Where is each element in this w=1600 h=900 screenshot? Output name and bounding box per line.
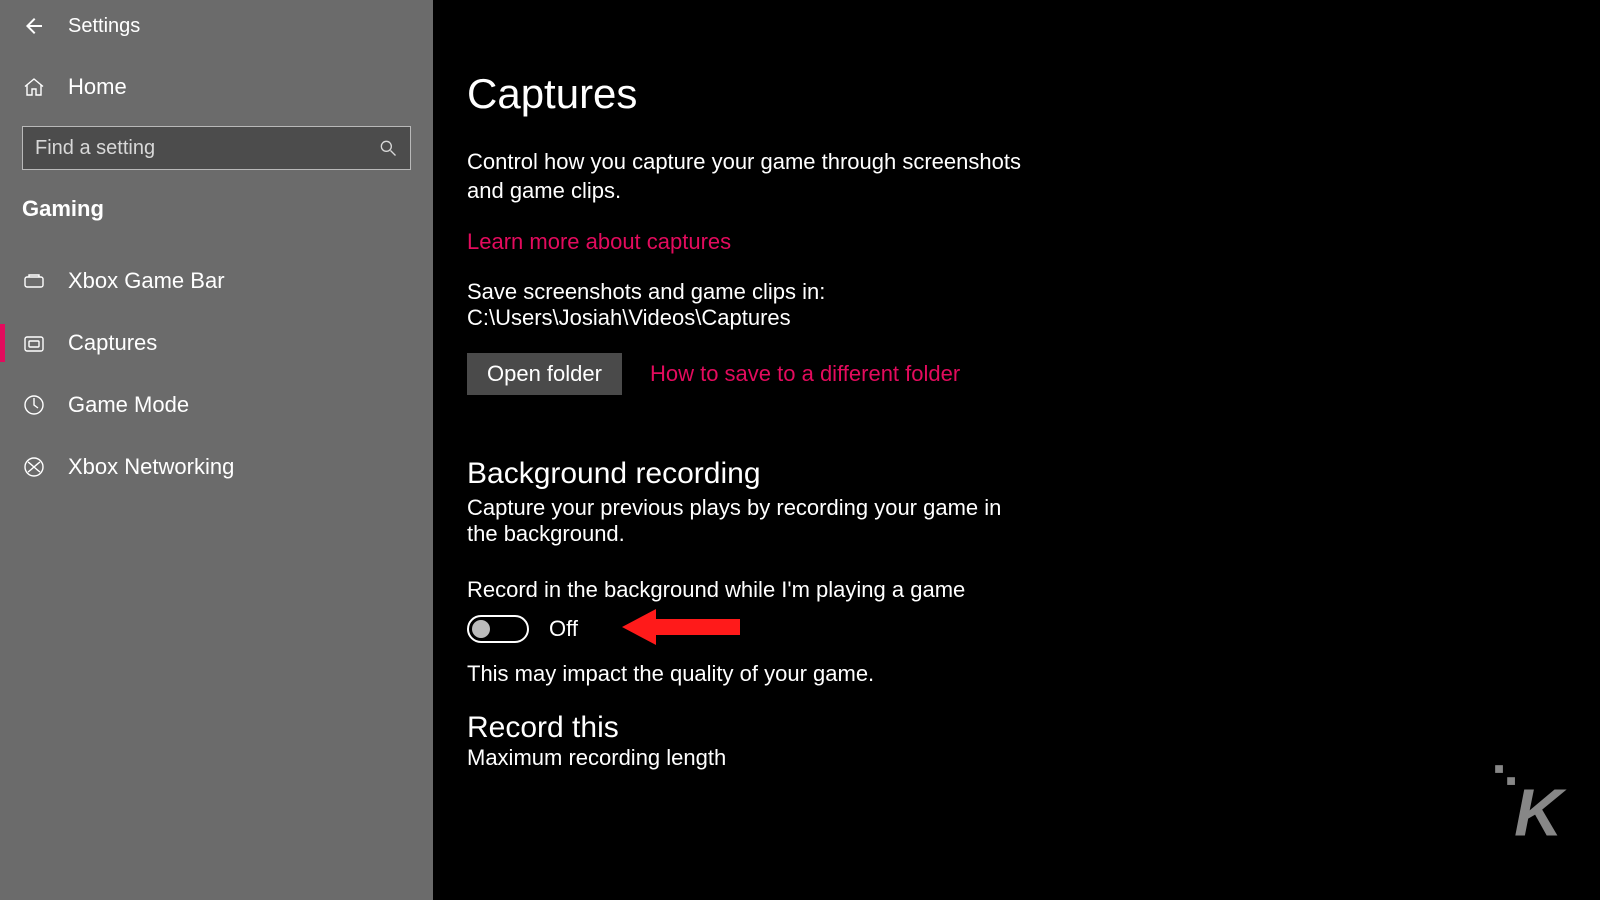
xbox-icon <box>22 455 46 479</box>
sidebar-item-label: Xbox Networking <box>68 454 234 480</box>
sidebar-item-captures[interactable]: Captures <box>0 312 433 374</box>
gamebar-icon <box>22 269 46 293</box>
bg-record-toggle[interactable] <box>467 615 529 643</box>
settings-sidebar: Settings Home Gaming Xbox Game Bar Captu… <box>0 0 433 900</box>
intro-text: Control how you capture your game throug… <box>467 148 1047 205</box>
search-icon <box>378 138 398 158</box>
bg-recording-note: This may impact the quality of your game… <box>467 661 1560 687</box>
category-heading: Gaming <box>0 192 433 250</box>
captures-icon <box>22 331 46 355</box>
sidebar-header: Settings <box>0 8 433 64</box>
different-folder-link[interactable]: How to save to a different folder <box>650 361 960 387</box>
bg-toggle-label: Record in the background while I'm playi… <box>467 577 1560 603</box>
search-input[interactable] <box>35 137 378 160</box>
sidebar-item-label: Captures <box>68 330 157 356</box>
folder-button-row: Open folder How to save to a different f… <box>467 353 1560 395</box>
home-nav[interactable]: Home <box>0 64 433 126</box>
back-icon[interactable] <box>22 14 46 38</box>
sidebar-item-label: Xbox Game Bar <box>68 268 225 294</box>
annotation-arrow <box>622 603 742 651</box>
watermark-logo: K <box>1490 760 1576 846</box>
app-title: Settings <box>68 15 140 38</box>
open-folder-button[interactable]: Open folder <box>467 353 622 395</box>
bg-toggle-row: Off <box>467 615 1560 643</box>
bg-toggle-state: Off <box>549 616 578 642</box>
main-panel: Captures Control how you capture your ga… <box>433 0 1600 900</box>
bg-recording-subtitle: Capture your previous plays by recording… <box>467 495 1027 547</box>
max-length-label: Maximum recording length <box>467 745 1560 771</box>
record-this-title: Record this <box>467 711 1560 745</box>
gamemode-icon <box>22 393 46 417</box>
sidebar-item-label: Game Mode <box>68 392 189 418</box>
sidebar-item-xbox-networking[interactable]: Xbox Networking <box>0 436 433 498</box>
search-box[interactable] <box>22 126 411 170</box>
home-icon <box>22 75 46 99</box>
sidebar-item-xbox-game-bar[interactable]: Xbox Game Bar <box>0 250 433 312</box>
sidebar-item-game-mode[interactable]: Game Mode <box>0 374 433 436</box>
page-title: Captures <box>467 70 1560 118</box>
save-path-text: Save screenshots and game clips in: C:\U… <box>467 279 1047 331</box>
home-label: Home <box>68 74 127 100</box>
learn-more-link[interactable]: Learn more about captures <box>467 229 731 255</box>
svg-text:K: K <box>1514 776 1567 846</box>
toggle-knob <box>472 620 490 638</box>
bg-recording-title: Background recording <box>467 457 1560 491</box>
